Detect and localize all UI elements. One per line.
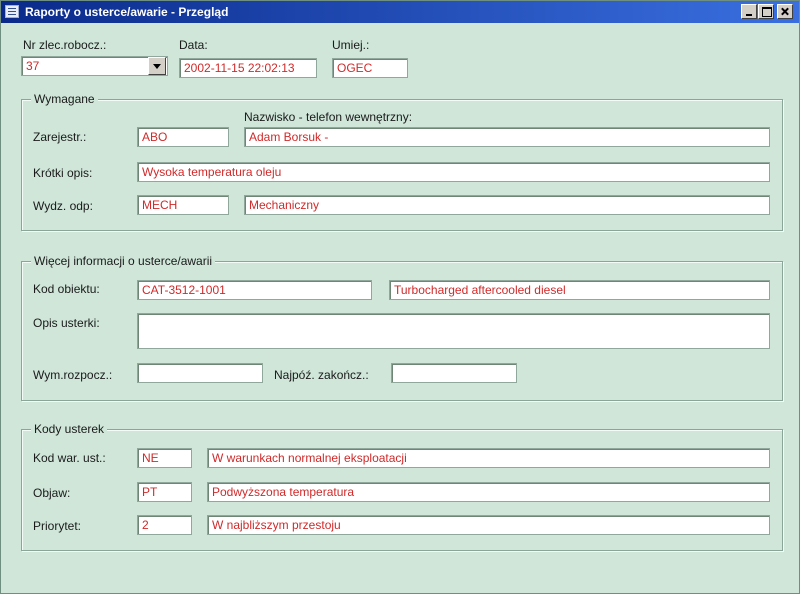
close-button[interactable]: [777, 4, 793, 19]
required-start-field[interactable]: [137, 363, 263, 383]
registered-code-field[interactable]: ABO: [137, 127, 229, 147]
date-label: Data:: [179, 38, 208, 52]
title-bar[interactable]: Raporty o usterce/awarie - Przegląd: [1, 1, 799, 23]
name-phone-label: Nazwisko - telefon wewnętrzny:: [244, 110, 413, 124]
symptom-code-field[interactable]: PT: [137, 482, 192, 502]
fault-desc-label: Opis usterki:: [33, 316, 100, 330]
dropdown-arrow-icon[interactable]: [148, 57, 166, 75]
work-order-label: Nr zlec.robocz.:: [23, 38, 107, 52]
symptom-desc-field[interactable]: Podwyższona temperatura: [207, 482, 770, 502]
registered-label: Zarejestr.:: [33, 130, 87, 144]
priority-desc-field[interactable]: W najbliższym przestoju: [207, 515, 770, 535]
priority-code-field[interactable]: 2: [137, 515, 192, 535]
skill-field[interactable]: OGEC: [332, 58, 408, 78]
object-code-field[interactable]: CAT-3512-1001: [137, 280, 372, 300]
skill-label: Umiej.:: [332, 38, 370, 52]
minimize-button[interactable]: [741, 4, 757, 19]
work-order-combo[interactable]: 37: [21, 56, 168, 76]
fault-desc-field[interactable]: [137, 313, 770, 349]
priority-label: Priorytet:: [33, 519, 82, 533]
condition-code-label: Kod war. ust.:: [33, 451, 106, 465]
required-start-label: Wym.rozpocz.:: [33, 368, 113, 382]
latest-end-field[interactable]: [391, 363, 517, 383]
latest-end-label: Najpóź. zakończ.:: [274, 368, 369, 382]
object-desc-field[interactable]: Turbocharged aftercooled diesel: [389, 280, 770, 300]
registered-name-field[interactable]: Adam Borsuk -: [244, 127, 770, 147]
object-code-label: Kod obiektu:: [33, 282, 100, 296]
window-title: Raporty o usterce/awarie - Przegląd: [25, 5, 229, 19]
dept-name-field[interactable]: Mechaniczny: [244, 195, 770, 215]
more-info-legend: Więcej informacji o usterce/awarii: [31, 254, 216, 268]
condition-desc-field[interactable]: W warunkach normalnej eksploatacji: [207, 448, 770, 468]
dept-label: Wydz. odp:: [33, 199, 93, 213]
short-desc-field[interactable]: Wysoka temperatura oleju: [137, 162, 770, 182]
maximize-button[interactable]: [758, 4, 774, 19]
requirement-legend: Wymagane: [31, 92, 98, 106]
report-window: Raporty o usterce/awarie - Przegląd Nr z…: [0, 0, 800, 594]
condition-code-field[interactable]: NE: [137, 448, 192, 468]
symptom-label: Objaw:: [33, 486, 71, 500]
date-field[interactable]: 2002-11-15 22:02:13: [179, 58, 317, 78]
fault-codes-legend: Kody usterek: [31, 422, 108, 436]
short-desc-label: Krótki opis:: [33, 166, 93, 180]
form-icon: [5, 5, 19, 18]
dept-code-field[interactable]: MECH: [137, 195, 229, 215]
